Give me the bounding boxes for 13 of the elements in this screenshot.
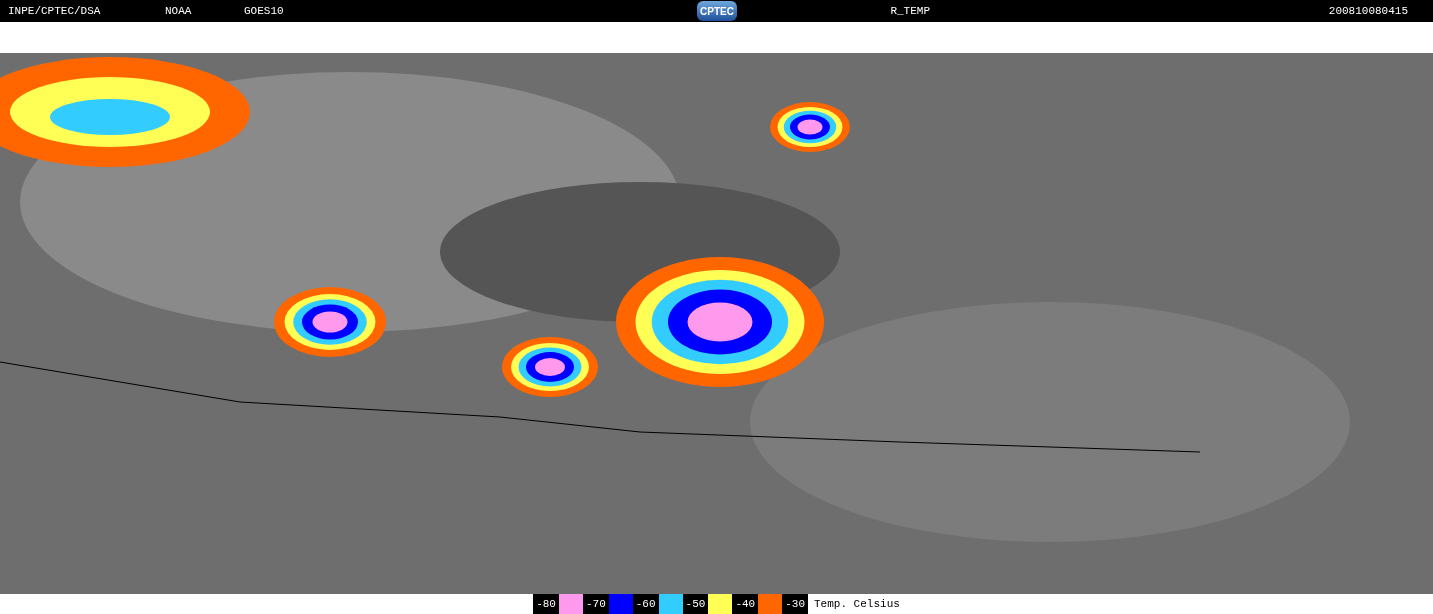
legend-value: -80	[533, 594, 559, 614]
legend-value: -30	[782, 594, 808, 614]
agency-label: NOAA	[165, 5, 193, 17]
logo: CPTEC	[697, 1, 737, 21]
legend-value: -50	[682, 594, 709, 614]
legend-value: -40	[732, 594, 759, 614]
legend-value: -70	[582, 594, 609, 614]
product-label: R_TEMP	[890, 5, 930, 17]
timestamp: 200810080415	[1328, 5, 1408, 17]
source-label: INPE/CPTEC/DSA	[8, 5, 102, 17]
legend-value: -60	[632, 594, 659, 614]
legend-unit: Temp. Celsius	[813, 597, 900, 612]
satellite-label: GOES10	[244, 5, 285, 17]
